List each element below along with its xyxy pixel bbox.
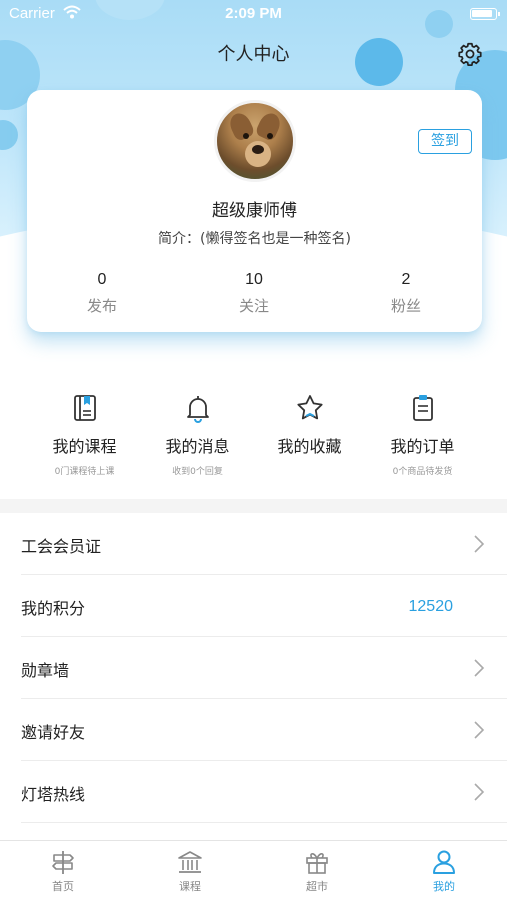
page-title: 个人中心 (217, 44, 290, 65)
my-messages-button[interactable]: 我的消息 收到0个回复 (134, 392, 261, 477)
settings-menu: 工会会员证 我的积分 12520 勋章墙 邀请好友 灯塔热线 (0, 513, 507, 823)
profile-card: 签到 超级康师傅 简介：(懒得签名也是一种签名) 0 发布 10 关注 2 粉丝 (27, 90, 482, 332)
checkin-button[interactable]: 签到 (418, 129, 472, 154)
star-icon (296, 395, 323, 420)
quick-actions: 我的课程 0门课程待上课 我的消息 收到0个回复 我的收藏 我的订单 0个商品待… (0, 392, 507, 492)
quick-action-subtitle: 0门课程待上课 (54, 467, 115, 477)
quick-action-label: 我的课程 (52, 437, 117, 456)
menu-item-label: 勋章墙 (21, 661, 70, 680)
quick-action-subtitle: 收到0个回复 (172, 467, 223, 477)
quick-action-label: 我的订单 (390, 437, 455, 456)
menu-item-hotline[interactable]: 灯塔热线 (21, 761, 507, 823)
quick-action-subtitle: 0个商品待发货 (392, 467, 453, 477)
tab-label: 我的 (433, 880, 455, 893)
decor-bubble (0, 120, 18, 150)
stat-value: 10 (245, 271, 263, 288)
tab-mine[interactable]: 我的 (381, 849, 507, 894)
stat-value: 2 (401, 271, 411, 288)
gift-icon (306, 853, 328, 874)
classroom-icon (178, 851, 202, 873)
stat-label: 粉丝 (390, 297, 421, 315)
battery-icon (470, 8, 500, 20)
menu-item-union-card[interactable]: 工会会员证 (21, 513, 507, 575)
clipboard-icon (412, 395, 433, 421)
quick-action-label: 我的收藏 (277, 437, 342, 456)
user-bio: 简介：(懒得签名也是一种签名) (158, 231, 351, 247)
stat-value: 0 (97, 271, 107, 288)
stat-posts[interactable]: 0 发布 (27, 271, 177, 316)
gear-icon[interactable] (457, 41, 483, 67)
tab-home[interactable]: 首页 (0, 849, 126, 894)
signpost-icon (52, 851, 74, 874)
menu-item-label: 灯塔热线 (21, 785, 86, 804)
points-value: 12520 (408, 598, 454, 615)
bell-icon (186, 396, 209, 423)
person-icon (433, 850, 455, 874)
chevron-right-icon (474, 783, 485, 801)
stat-following[interactable]: 10 关注 (179, 271, 329, 316)
tab-label: 首页 (52, 880, 74, 893)
chevron-right-icon (474, 659, 485, 677)
my-favorites-button[interactable]: 我的收藏 (246, 392, 373, 464)
my-courses-button[interactable]: 我的课程 0门课程待上课 (21, 392, 148, 477)
stat-label: 关注 (238, 297, 269, 315)
stat-label: 发布 (86, 297, 117, 315)
book-icon (73, 395, 96, 421)
tab-label: 超市 (306, 880, 328, 893)
status-time: 2:09 PM (225, 5, 282, 22)
my-orders-button[interactable]: 我的订单 0个商品待发货 (359, 392, 486, 477)
tab-label: 课程 (179, 880, 201, 893)
chevron-right-icon (474, 535, 485, 553)
status-bar: Carrier 2:09 PM (0, 0, 507, 28)
menu-item-points[interactable]: 我的积分 12520 (21, 575, 507, 637)
menu-item-label: 我的积分 (21, 599, 86, 618)
menu-item-label: 邀请好友 (21, 723, 86, 742)
tab-courses[interactable]: 课程 (127, 849, 253, 894)
menu-item-label: 工会会员证 (21, 537, 102, 556)
user-name: 超级康师傅 (212, 201, 297, 221)
menu-item-invite-friends[interactable]: 邀请好友 (21, 699, 507, 761)
menu-item-badges[interactable]: 勋章墙 (21, 637, 507, 699)
section-divider (0, 499, 507, 513)
quick-action-label: 我的消息 (165, 437, 230, 456)
avatar[interactable] (214, 100, 296, 182)
tab-market[interactable]: 超市 (254, 849, 380, 894)
tab-bar: 首页 课程 超市 我的 (0, 840, 507, 900)
stat-followers[interactable]: 2 粉丝 (331, 271, 481, 316)
chevron-right-icon (474, 721, 485, 739)
